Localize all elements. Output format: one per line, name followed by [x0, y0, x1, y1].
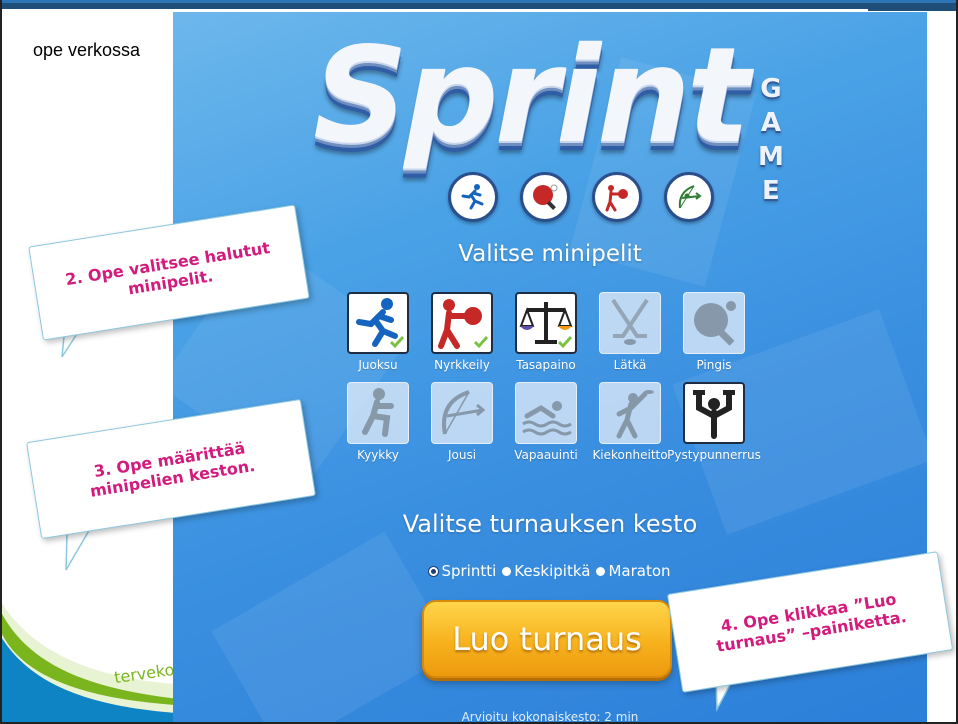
slide-frame: [0, 0, 958, 724]
